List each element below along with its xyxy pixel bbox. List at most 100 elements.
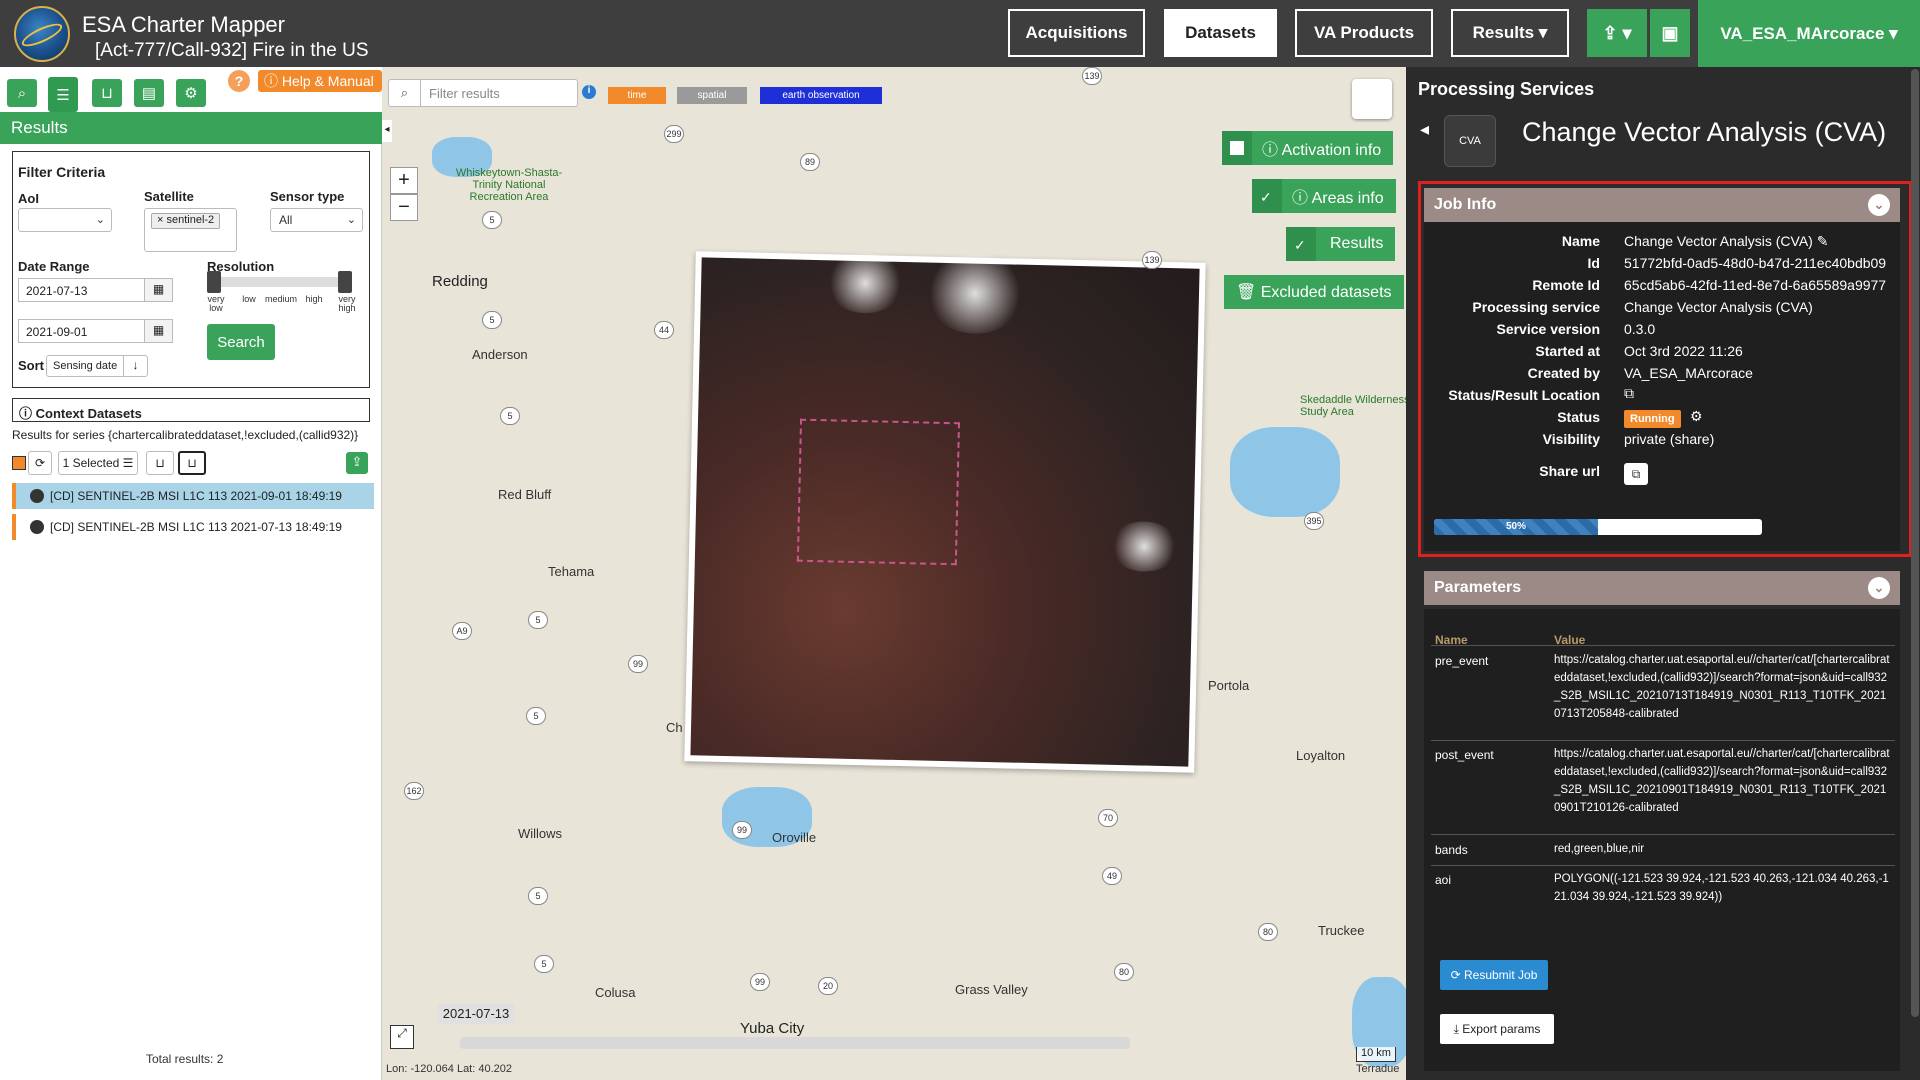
map-label: Anderson <box>472 347 528 362</box>
map-label: Whiskeytown-Shasta-Trinity National Recr… <box>455 167 563 203</box>
refresh-icon[interactable]: ⟳ <box>28 451 52 475</box>
basket-add-all-icon[interactable]: ⊔ <box>178 451 206 475</box>
nav-results-dropdown[interactable]: Results ▾ <box>1451 9 1569 57</box>
checkbox[interactable] <box>1230 141 1244 155</box>
gear-icon[interactable]: ⚙ <box>1690 408 1703 425</box>
job-name-value[interactable]: Change Vector Analysis (CVA) ✎ <box>1624 233 1828 250</box>
panel-title: Processing Services <box>1418 79 1595 99</box>
chevron-down-icon: ⌄ <box>346 214 356 226</box>
divider <box>1431 834 1895 835</box>
divider <box>1431 740 1895 741</box>
context-datasets-header[interactable]: ⓘ Context Datasets <box>12 398 370 422</box>
add-to-basket-icon[interactable]: ⊔ <box>146 451 174 475</box>
highway-shield: 5 <box>482 211 502 229</box>
time-filter-chip[interactable]: time <box>608 87 666 104</box>
timeline-slider[interactable] <box>460 1037 1130 1049</box>
search-tab-icon[interactable]: ⌕ <box>7 79 37 107</box>
date-from-input[interactable]: 2021-07-13 ▦ <box>18 278 173 302</box>
help-manual-button[interactable]: ⓘ Help & Manual <box>258 70 382 92</box>
map-label: Oroville <box>772 830 817 845</box>
export-params-button[interactable]: ⤓ Export params <box>1440 1014 1554 1044</box>
copy-url-icon[interactable]: ⧉ <box>1624 463 1648 485</box>
aoi-rectangle[interactable] <box>796 418 961 566</box>
sensor-type-select[interactable]: All ⌄ <box>270 208 363 232</box>
satellite-tag[interactable]: × sentinel-2 <box>151 213 221 229</box>
results-toggle[interactable]: ✓ Results <box>1286 227 1396 261</box>
result-item[interactable]: [CD] SENTINEL-2B MSI L1C 113 2021-07-13 … <box>12 514 374 540</box>
excluded-datasets-button[interactable]: 🗑 Excluded datasets <box>1224 275 1404 309</box>
resolution-tick: very high <box>338 294 356 313</box>
settings-tab-icon[interactable]: ⚙ <box>176 79 206 107</box>
resolution-max-handle[interactable] <box>338 271 352 293</box>
resolution-tick: medium <box>264 294 297 304</box>
nav-acquisitions[interactable]: Acquisitions <box>1008 9 1145 57</box>
visibility-value[interactable]: private (share) <box>1624 431 1714 447</box>
date-range-label: Date Range <box>18 259 90 274</box>
check-icon[interactable]: ✓ <box>1260 189 1274 205</box>
sort-direction-icon[interactable]: ↓ <box>123 356 147 376</box>
results-title: Results <box>0 112 382 144</box>
search-icon: ⌕ <box>389 80 421 106</box>
resolution-tick: high <box>305 294 323 304</box>
highway-shield: 49 <box>1102 867 1122 885</box>
external-link-icon[interactable]: ⧉ <box>1624 385 1634 402</box>
cursor-coordinates: Lon: -120.064 Lat: 40.202 <box>386 1063 512 1075</box>
map-view[interactable]: ⌕ Filter results i time spatial earth ob… <box>382 67 1406 1080</box>
map-scale: 10 km <box>1356 1047 1396 1062</box>
zoom-in-button[interactable]: + <box>390 167 418 194</box>
upload-dropdown-icon[interactable]: ⇪ ▾ <box>1587 9 1647 57</box>
chevron-down-icon[interactable]: ⌄ <box>1868 577 1890 599</box>
result-item[interactable]: [CD] SENTINEL-2B MSI L1C 113 2021-09-01 … <box>12 483 374 509</box>
satellite-image-footprint[interactable] <box>684 251 1206 773</box>
collapse-left-panel-icon[interactable]: ◂ <box>382 120 392 142</box>
archive-tab-icon[interactable]: ▤ <box>134 79 164 107</box>
param-name: aoi <box>1435 873 1452 887</box>
job-key: Remote Id <box>1532 277 1600 293</box>
help-question-icon[interactable]: ? <box>228 70 250 92</box>
nav-datasets[interactable]: Datasets <box>1164 9 1277 57</box>
selected-count-menu[interactable]: 1 Selected ☰ <box>58 451 138 475</box>
check-icon[interactable]: ✓ <box>1294 237 1308 253</box>
nav-va-products[interactable]: VA Products <box>1295 9 1433 57</box>
sort-select[interactable]: Sensing date ↓ <box>46 355 148 377</box>
select-all-checkbox[interactable] <box>12 456 26 470</box>
processing-services-panel: Processing Services ◂ CVA Change Vector … <box>1406 67 1920 1080</box>
calendar-icon[interactable]: ▦ <box>144 320 172 342</box>
scrollbar[interactable] <box>1911 69 1919 1017</box>
progress-fill: 50% <box>1434 519 1598 535</box>
fullscreen-icon[interactable]: ⤢ <box>390 1025 414 1049</box>
date-to-input[interactable]: 2021-09-01 ▦ <box>18 319 173 343</box>
resolution-slider[interactable] <box>210 277 352 287</box>
job-info-header[interactable]: Job Info ⌄ <box>1424 188 1900 222</box>
results-list-tab-icon[interactable]: ☰ <box>48 77 78 112</box>
search-button[interactable]: Search <box>207 324 275 360</box>
param-value: https://catalog.charter.uat.esaportal.eu… <box>1554 748 1890 814</box>
highway-shield: 395 <box>1304 512 1324 530</box>
sort-label: Sort <box>18 358 44 373</box>
aoi-select[interactable]: ⌄ <box>18 208 112 232</box>
zoom-out-button[interactable]: − <box>390 194 418 221</box>
back-icon[interactable]: ◂ <box>1420 119 1429 140</box>
esa-charter-logo[interactable] <box>14 6 70 62</box>
briefcase-icon[interactable]: ▣ <box>1650 9 1690 57</box>
layers-icon[interactable] <box>1352 79 1392 119</box>
resubmit-job-button[interactable]: ⟳ Resubmit Job <box>1440 960 1548 990</box>
eo-filter-chip[interactable]: earth observation <box>760 87 882 104</box>
basket-tab-icon[interactable]: ⊔ <box>92 79 122 107</box>
chevron-down-icon[interactable]: ⌄ <box>1868 194 1890 216</box>
sensor-type-label: Sensor type <box>270 189 345 204</box>
filter-results-input[interactable]: ⌕ Filter results <box>388 79 578 107</box>
satellite-tag-input[interactable]: × sentinel-2 <box>144 208 237 252</box>
info-icon[interactable]: i <box>582 85 596 99</box>
job-key: Status/Result Location <box>1448 387 1600 403</box>
activation-info-toggle[interactable]: ⓘ Activation info <box>1222 131 1394 165</box>
resolution-min-handle[interactable] <box>207 271 221 293</box>
highway-shield: 5 <box>500 407 520 425</box>
spatial-filter-chip[interactable]: spatial <box>677 87 747 104</box>
calendar-icon[interactable]: ▦ <box>144 279 172 301</box>
share-icon[interactable]: ⇪ <box>346 452 368 474</box>
highway-shield: 5 <box>528 887 548 905</box>
parameters-header[interactable]: Parameters ⌄ <box>1424 571 1900 605</box>
areas-info-toggle[interactable]: ✓ ⓘ Areas info <box>1252 179 1396 213</box>
user-menu[interactable]: VA_ESA_MArcorace ▾ <box>1698 0 1920 67</box>
